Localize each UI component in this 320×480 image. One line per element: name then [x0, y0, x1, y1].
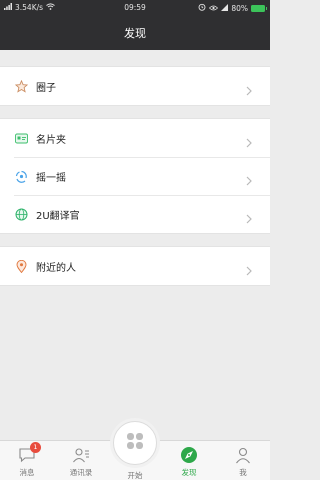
tab-label: 通讯录 — [69, 468, 93, 477]
header-bar: 发现 — [0, 15, 270, 50]
message-icon: 1 — [18, 442, 41, 465]
start-grid-icon — [125, 431, 145, 455]
shake-icon — [14, 169, 28, 183]
start-button[interactable] — [113, 421, 157, 465]
location-pin-icon — [14, 259, 28, 273]
menu-group-1: 圈子 — [0, 66, 270, 106]
menu-item-label: 名片夹 — [36, 134, 66, 146]
tab-me[interactable]: 我 — [216, 441, 270, 480]
battery-percent: 80% — [231, 3, 248, 13]
tab-contacts[interactable]: 通讯录 — [54, 441, 108, 480]
globe-icon — [14, 207, 28, 221]
card-holder-icon — [14, 131, 28, 145]
menu-group-2: 名片夹 摇一摇 2U翻译官 — [0, 118, 270, 234]
tab-label: 消息 — [19, 468, 35, 477]
page-title: 发现 — [124, 27, 146, 40]
menu-item-label: 摇一摇 — [36, 172, 66, 184]
tab-label: 开始 — [127, 471, 143, 480]
chevron-right-icon — [244, 261, 254, 276]
chevron-right-icon — [244, 133, 254, 148]
eye-icon — [209, 4, 219, 13]
menu-item-label: 2U翻译官 — [36, 210, 80, 222]
menu-item-nearby[interactable]: 附近的人 — [0, 247, 270, 285]
menu-item-shake[interactable]: 摇一摇 — [0, 157, 270, 195]
chevron-right-icon — [244, 81, 254, 96]
star-icon — [14, 79, 28, 93]
battery-icon — [251, 4, 267, 12]
alarm-icon — [198, 3, 206, 13]
chevron-right-icon — [244, 171, 254, 186]
menu-item-card-holder[interactable]: 名片夹 — [0, 119, 270, 157]
unread-badge: 1 — [30, 442, 41, 453]
menu-item-translator[interactable]: 2U翻译官 — [0, 195, 270, 233]
chevron-right-icon — [244, 209, 254, 224]
tab-label: 发现 — [181, 468, 197, 477]
status-bar: 3.54K/s 09:59 80% — [0, 0, 270, 15]
contacts-icon — [72, 445, 90, 465]
signal-icon — [221, 3, 229, 13]
tab-discover[interactable]: 发现 — [162, 441, 216, 480]
menu-item-label: 圈子 — [36, 82, 56, 94]
tab-label: 我 — [239, 468, 247, 477]
menu-item-label: 附近的人 — [36, 262, 76, 274]
menu-group-3: 附近的人 — [0, 246, 270, 286]
tab-messages[interactable]: 1 消息 — [0, 441, 54, 480]
compass-icon — [180, 445, 198, 465]
menu-item-circle[interactable]: 圈子 — [0, 67, 270, 105]
person-icon — [234, 445, 252, 465]
